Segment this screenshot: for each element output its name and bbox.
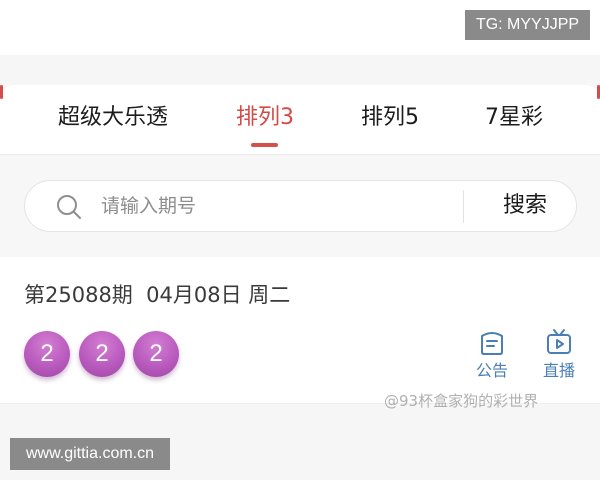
lottery-header-card: 超级大乐透 排列3 排列5 7星彩 搜索 — [0, 85, 600, 257]
search-button[interactable]: 搜索 — [475, 181, 575, 231]
live-stream-label: 直播 — [542, 361, 575, 380]
search-area: 搜索 — [0, 155, 600, 257]
active-tab-indicator — [251, 143, 278, 147]
search-icon — [57, 195, 81, 219]
weibo-watermark: @93杯盒家狗的彩世界 — [384, 392, 539, 410]
search-divider — [463, 190, 464, 223]
announcement-label: 公告 — [475, 361, 508, 380]
live-tv-icon — [547, 329, 571, 354]
telegram-watermark: TG: MYYJJPP — [465, 10, 590, 40]
lottery-tabs: 超级大乐透 排列3 排列5 7星彩 — [0, 85, 600, 155]
live-stream-button[interactable]: 直播 — [534, 327, 584, 383]
tab-pailie5[interactable]: 排列5 — [345, 103, 435, 133]
announcement-icon — [481, 332, 503, 355]
tab-super-lotto[interactable]: 超级大乐透 — [40, 103, 186, 133]
draw-info-text: 第25088期 04月08日 周二 — [24, 283, 291, 307]
draw-result-card: 第25088期 04月08日 周二 2 2 2 公告 直播 — [0, 257, 600, 404]
result-ball: 2 — [133, 331, 179, 377]
announcement-button[interactable]: 公告 — [467, 327, 517, 383]
website-watermark: www.gittia.com.cn — [10, 438, 170, 470]
issue-number-input[interactable] — [101, 189, 456, 223]
result-ball: 2 — [79, 331, 125, 377]
search-bar: 搜索 — [24, 180, 577, 232]
tab-seven-star[interactable]: 7星彩 — [469, 103, 559, 133]
tab-pailie3[interactable]: 排列3 — [220, 103, 310, 133]
result-ball: 2 — [24, 331, 70, 377]
